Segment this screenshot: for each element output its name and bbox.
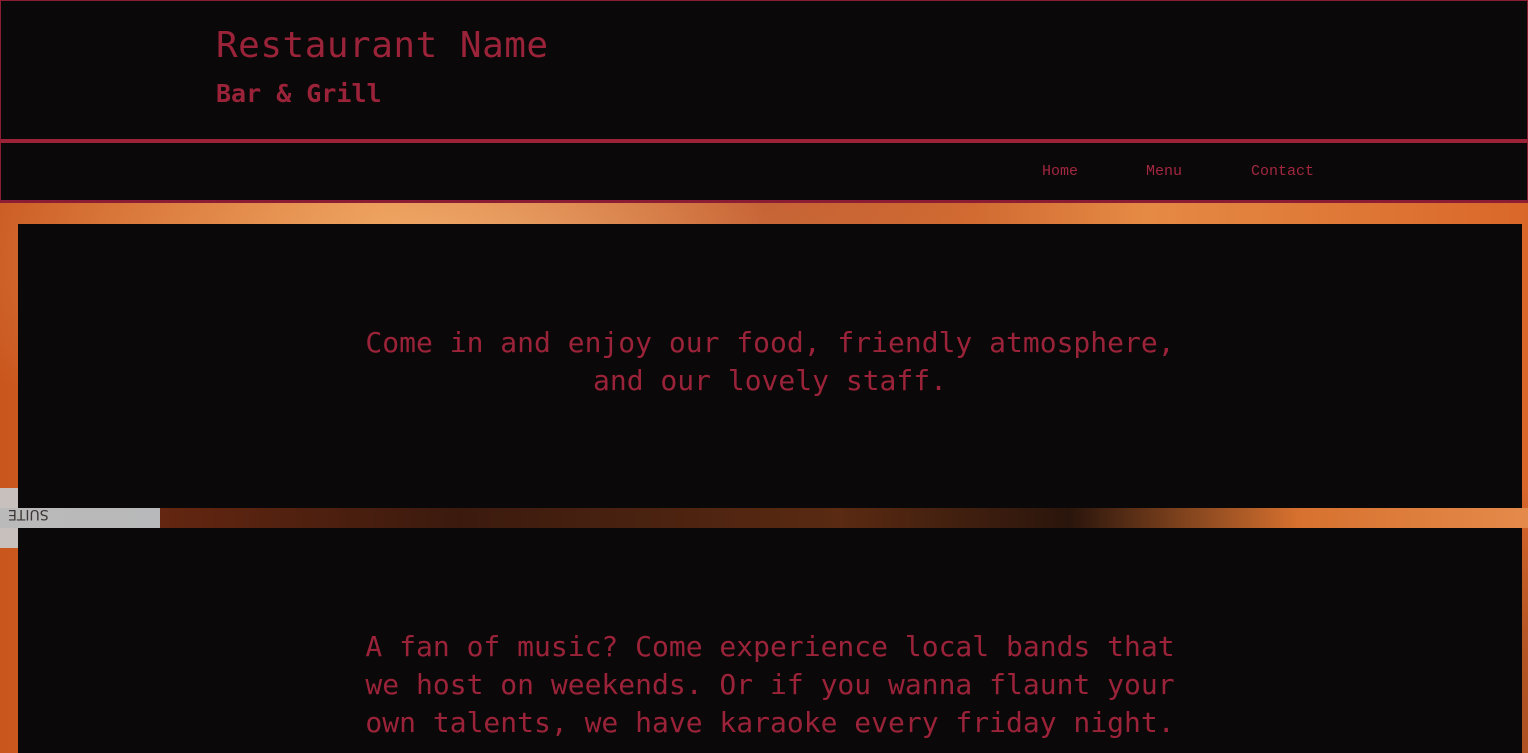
main-nav: Home Menu Contact — [0, 143, 1528, 203]
nav-link-contact[interactable]: Contact — [1251, 163, 1314, 180]
music-text: A fan of music? Come experience local ba… — [365, 630, 1175, 739]
intro-text: Come in and enjoy our food, friendly atm… — [365, 326, 1175, 397]
intro-panel: Come in and enjoy our food, friendly atm… — [18, 224, 1522, 508]
music-panel: A fan of music? Come experience local ba… — [18, 528, 1522, 753]
background-shelf — [0, 508, 1528, 528]
background-sign-text: SUITE — [8, 506, 49, 522]
site-header: Restaurant Name Bar & Grill — [0, 0, 1528, 143]
site-title: Restaurant Name — [216, 25, 549, 66]
nav-link-menu[interactable]: Menu — [1146, 163, 1182, 180]
nav-link-home[interactable]: Home — [1042, 163, 1078, 180]
site-subtitle: Bar & Grill — [216, 79, 382, 108]
